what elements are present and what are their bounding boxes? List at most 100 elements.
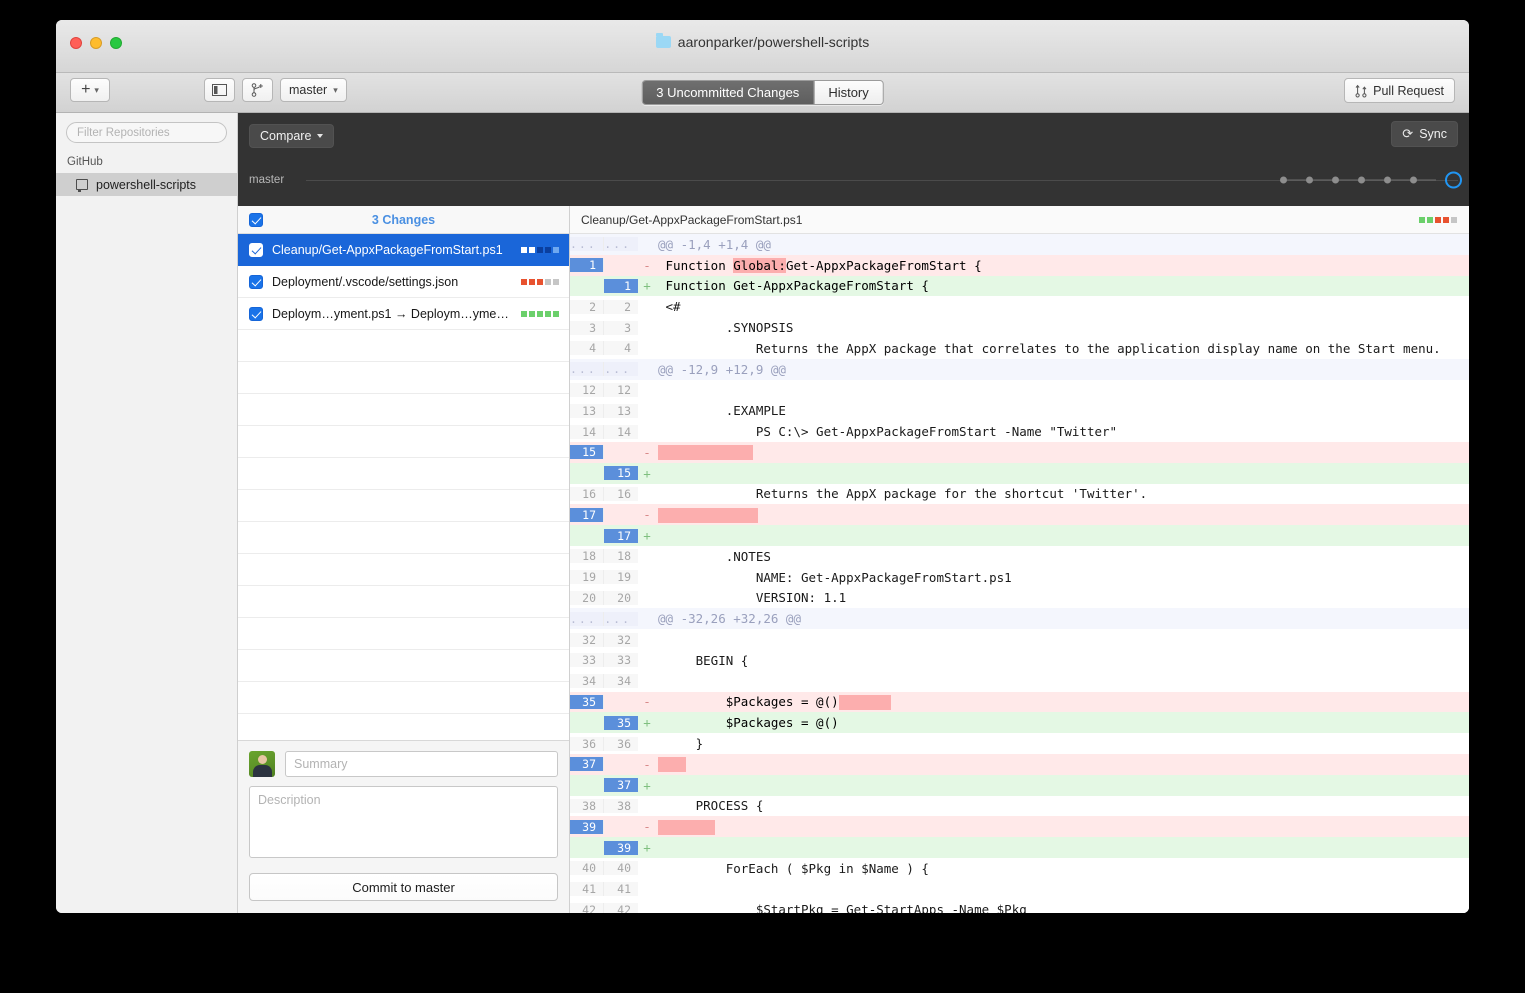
old-line-number: 37 (570, 757, 604, 772)
diff-sign: - (643, 444, 651, 460)
commit-dot[interactable] (1384, 176, 1391, 184)
changes-count-label: 3 Changes (371, 212, 436, 227)
file-checkbox[interactable] (249, 274, 263, 289)
commit-summary-input[interactable] (285, 751, 558, 777)
old-line-number: 20 (570, 590, 604, 605)
sync-button[interactable]: ⟳ Sync (1391, 121, 1458, 147)
diff-code: .SYNOPSIS (658, 320, 794, 336)
new-line-number: 3 (604, 320, 638, 335)
branch-selector-label: master (289, 83, 328, 97)
app-window: aaronparker/powershell-scripts + ▾ maste… (56, 20, 1469, 913)
file-path-label: Cleanup/Get-AppxPackageFromStart.ps1 (272, 242, 503, 257)
new-line-number: 4 (604, 341, 638, 356)
old-line-number: 32 (570, 632, 604, 647)
branch-selector[interactable]: master ▾ (280, 78, 347, 102)
diff-sign: - (643, 507, 651, 523)
list-filler-row (238, 330, 569, 362)
list-item[interactable]: Cleanup/Get-AppxPackageFromStart.ps1 (238, 234, 569, 266)
list-item[interactable]: Deployment/.vscode/settings.json (238, 266, 569, 298)
sidebar-toggle-icon (212, 84, 227, 96)
diff-code: $Packages = @() (656, 694, 1469, 710)
old-line-number: 15 (570, 445, 604, 460)
list-filler-row (238, 362, 569, 394)
tab-history[interactable]: History (813, 81, 883, 104)
new-line-number: ... (604, 237, 638, 252)
title-bar: aaronparker/powershell-scripts (56, 20, 1469, 73)
sync-button-label: Sync (1419, 127, 1447, 141)
new-line-number: 14 (604, 424, 638, 439)
commit-dot[interactable] (1410, 176, 1417, 184)
old-line-number: 4 (570, 341, 604, 356)
diff-line: 35 - $Packages = @() (570, 691, 1469, 713)
old-line-number: 2 (570, 299, 604, 314)
diff-stat (1419, 216, 1457, 223)
file-checkbox[interactable] (249, 242, 263, 257)
plus-icon: + (81, 81, 91, 98)
diff-line: 20 20 VERSION: 1.1 (570, 587, 1469, 609)
new-line-number: 1 (604, 278, 638, 293)
commit-dots (1280, 176, 1436, 184)
main-area: Compare ⟳ Sync master 3 Changes Cleanup/… (238, 113, 1469, 913)
diff-code: @@ -1,4 +1,4 @@ (658, 236, 771, 252)
diff-code: PROCESS { (658, 798, 764, 814)
commit-description-input[interactable] (249, 786, 558, 858)
commit-panel: Commit to master (238, 740, 569, 913)
changes-header: 3 Changes (238, 206, 569, 234)
new-branch-button[interactable] (242, 78, 273, 102)
diff-code (656, 444, 1469, 461)
list-filler-row (238, 714, 569, 740)
add-repository-button[interactable]: + ▾ (70, 78, 110, 102)
diff-sign: - (643, 694, 651, 710)
old-line-number: ... (570, 237, 604, 252)
diff-code: ForEach ( $Pkg in $Name ) { (658, 860, 929, 876)
sidebar-toggle-button[interactable] (204, 78, 235, 102)
chevron-down-icon: ▾ (94, 84, 99, 95)
sidebar-item-powershell-scripts[interactable]: powershell-scripts (56, 173, 237, 196)
diff-code (656, 507, 1469, 523)
new-line-number: 16 (604, 486, 638, 501)
pull-request-button[interactable]: Pull Request (1344, 78, 1455, 103)
diff-lines-container[interactable]: ...... @@ -1,4 +1,4 @@ 1- Function Global:… (570, 234, 1469, 913)
list-filler-row (238, 554, 569, 586)
new-line-number: 17 (604, 528, 638, 543)
diff-line: 42 42 $StartPkg = Get-StartApps -Name $Pk… (570, 899, 1469, 913)
commit-dot[interactable] (1332, 176, 1339, 184)
compare-button[interactable]: Compare (249, 124, 335, 148)
list-item[interactable]: Deploym…yment.ps1 → Deploym…yment.ps1 (238, 298, 569, 330)
old-line-number: 17 (570, 507, 604, 522)
branch-timeline: master (249, 165, 1462, 195)
diff-line: 39 + (570, 837, 1469, 858)
old-line-number: 33 (570, 653, 604, 668)
commit-to-master-button[interactable]: Commit to master (249, 873, 558, 901)
commit-dot[interactable] (1358, 176, 1365, 184)
changed-files-list: Cleanup/Get-AppxPackageFromStart.ps1 Dep… (238, 234, 569, 740)
diff-file-path: Cleanup/Get-AppxPackageFromStart.ps1 (581, 212, 803, 227)
diff-line: 33 33 BEGIN { (570, 649, 1469, 671)
whitespace-highlight (658, 507, 758, 523)
new-line-number: 15 (604, 466, 638, 481)
new-line-number: 36 (604, 736, 638, 751)
old-line-number: 36 (570, 736, 604, 751)
new-line-number: ... (604, 611, 638, 626)
select-all-checkbox[interactable] (249, 212, 263, 227)
old-line-number: 16 (570, 486, 604, 501)
tab-uncommitted-changes[interactable]: 3 Uncommitted Changes (642, 81, 814, 104)
filter-repositories-input[interactable] (66, 122, 227, 143)
sidebar-item-label: powershell-scripts (96, 177, 197, 192)
diff-line: 33 .SYNOPSIS (570, 317, 1469, 338)
old-line-number: 3 (570, 320, 604, 335)
diff-code: Function Get-AppxPackageFromStart { (658, 278, 929, 294)
pull-request-icon (1355, 84, 1367, 97)
diff-header: Cleanup/Get-AppxPackageFromStart.ps1 (570, 206, 1469, 234)
word-diff-highlight: Global: (733, 257, 786, 273)
diff-line: 44 Returns the AppX package that correla… (570, 337, 1469, 359)
diff-line: 16 16 Returns the AppX package for the sh… (570, 483, 1469, 505)
old-line-number: 38 (570, 798, 604, 813)
commit-dot[interactable] (1306, 176, 1313, 184)
diff-line: 38 38 PROCESS { (570, 795, 1469, 817)
repo-icon (76, 179, 88, 192)
head-commit-marker[interactable] (1445, 171, 1462, 189)
file-checkbox[interactable] (249, 306, 263, 321)
commit-dot[interactable] (1280, 176, 1287, 184)
old-line-number: ... (570, 611, 604, 626)
